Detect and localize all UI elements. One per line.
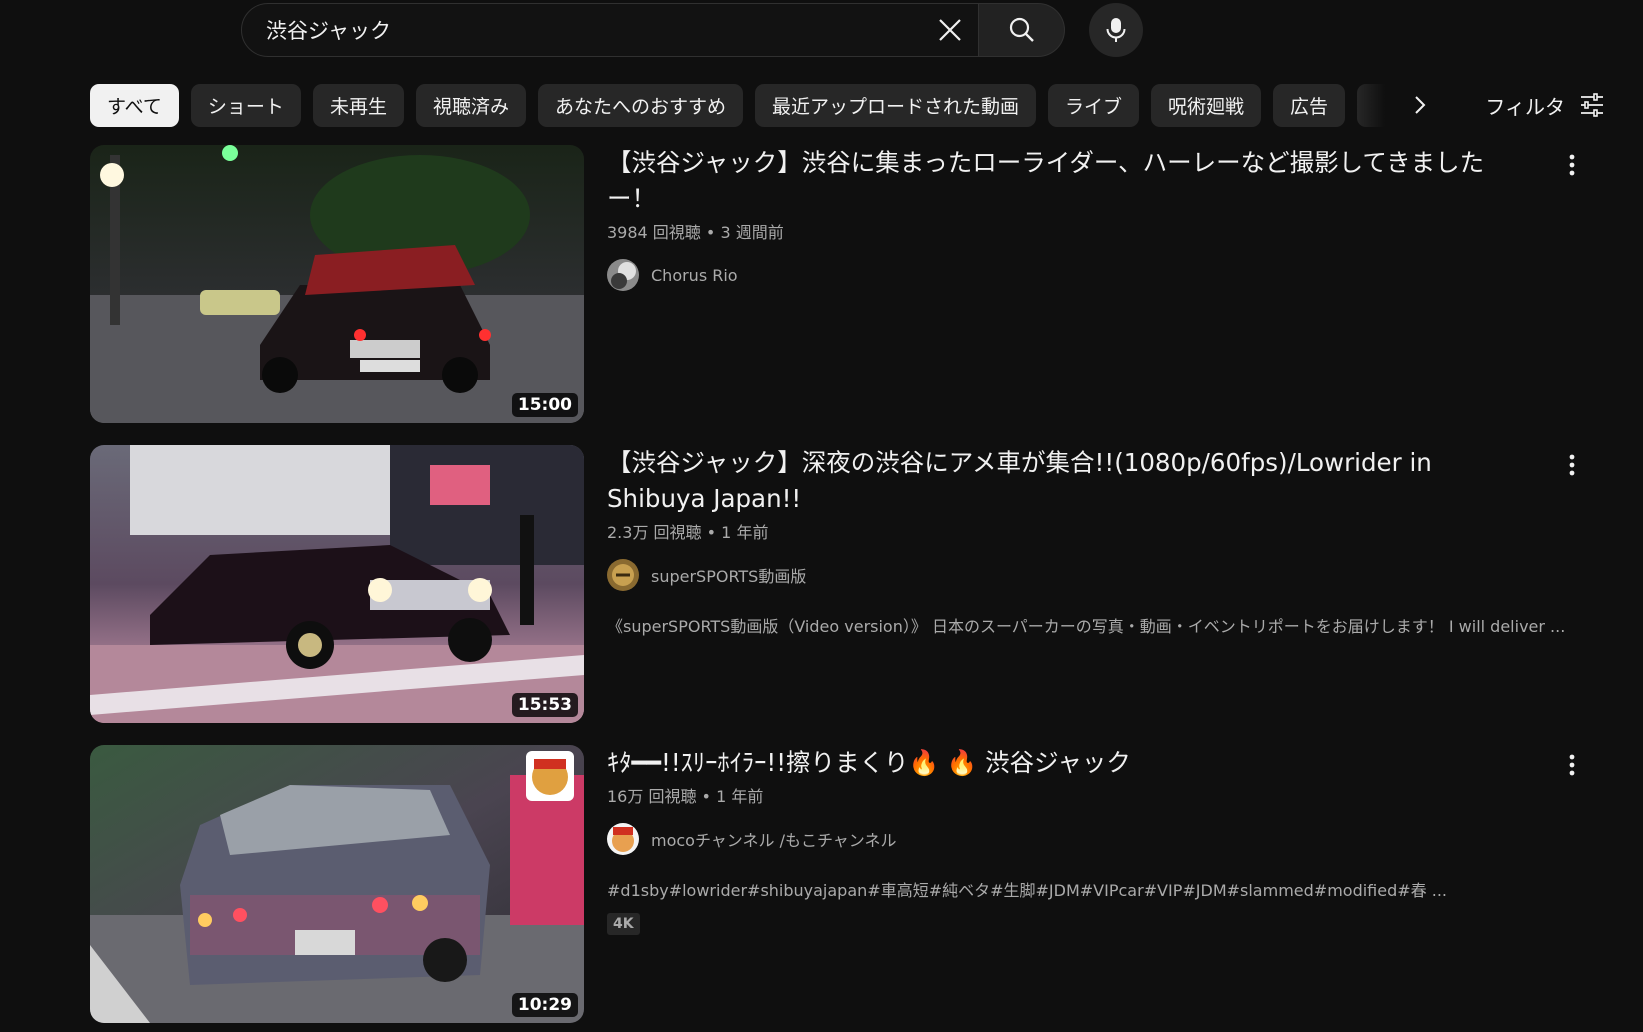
channel-name[interactable]: Chorus Rio [651,266,738,285]
thumbnail-image [90,145,584,423]
meta-separator: • [705,223,721,242]
chip-overflow [1357,83,1386,127]
video-duration: 15:53 [511,693,578,717]
upload-age: 1 年前 [721,523,769,542]
quality-badge: 4K [607,913,640,935]
video-title[interactable]: ｷﾀ━━!!ｽﾘｰﾎｲﾗｰ!!擦りまくり🔥 🔥 渋谷ジャック [607,745,1507,781]
upload-age: 1 年前 [716,787,764,806]
chip-watched[interactable]: 視聴済み [415,83,526,127]
video-metadata: 16万 回視聴 • 1 年前 [607,783,1507,807]
chip-live[interactable]: ライブ [1048,83,1140,127]
view-count: 16万 回視聴 [607,787,697,806]
video-description: 《superSPORTS動画版（Video version）》 日本のスーパーカ… [607,617,1566,636]
filter-button[interactable]: フィルタ [1485,83,1605,127]
thumbnail-image [90,445,584,723]
video-metadata: 3984 回視聴 • 3 週間前 [607,219,1507,243]
chip-ads[interactable]: 広告 [1273,83,1346,127]
video-duration: 10:29 [511,993,578,1017]
view-count: 3984 回視聴 [607,223,701,242]
chip-shorts[interactable]: ショート [190,83,301,127]
search-box[interactable] [241,3,979,57]
video-description: #d1sby#lowrider#shibuyajapan#車高短#純ベタ#生脚#… [607,881,1447,900]
chips-next-button[interactable] [1393,83,1447,127]
meta-separator: • [706,523,722,542]
chip-recently-uploaded[interactable]: 最近アップロードされた動画 [754,83,1036,127]
filter-label: フィルタ [1485,94,1565,119]
video-title[interactable]: 【渋谷ジャック】深夜の渋谷にアメ車が集合!!(1080p/60fps)/Lowr… [607,445,1507,517]
search-input[interactable] [264,4,922,56]
voice-search-button[interactable] [1089,3,1143,57]
video-info: ｷﾀ━━!!ｽﾘｰﾎｲﾗｰ!!擦りまくり🔥 🔥 渋谷ジャック 16万 回視聴 •… [607,745,1507,935]
meta-separator: • [701,787,717,806]
thumbnail-image [90,745,584,1023]
video-duration: 15:00 [511,393,578,417]
microphone-icon [1106,18,1126,42]
video-info: 【渋谷ジャック】深夜の渋谷にアメ車が集合!!(1080p/60fps)/Lowr… [607,445,1566,637]
view-count: 2.3万 回視聴 [607,523,702,542]
video-title[interactable]: 【渋谷ジャック】渋谷に集まったローライダー、ハーレーなど撮影してきました ー！ [607,145,1507,217]
video-result[interactable]: 10:29 ｷﾀ━━!!ｽﾘｰﾎｲﾗｰ!!擦りまくり🔥 🔥 渋谷ジャック 16万… [90,745,1600,1023]
video-thumbnail[interactable]: 15:53 [90,445,584,723]
more-actions-button[interactable] [1552,445,1592,485]
clear-search-button[interactable] [922,3,978,57]
channel-name[interactable]: superSPORTS動画版 [651,563,806,587]
video-thumbnail[interactable]: 15:00 [90,145,584,423]
chip-recommended[interactable]: あなたへのおすすめ [537,83,743,127]
search-bar [241,3,1143,57]
more-actions-button[interactable] [1552,745,1592,785]
upload-age: 3 週間前 [720,223,784,242]
chip-jujutsu-kaisen[interactable]: 呪術廻戦 [1151,83,1262,127]
video-result[interactable]: 15:00 【渋谷ジャック】渋谷に集まったローライダー、ハーレーなど撮影してきま… [90,145,1600,423]
chevron-right-icon [1415,96,1426,114]
more-vertical-icon [1569,454,1575,476]
channel-row[interactable]: superSPORTS動画版 [607,559,1507,591]
more-vertical-icon [1569,754,1575,776]
video-thumbnail[interactable]: 10:29 [90,745,584,1023]
channel-avatar[interactable] [607,823,639,855]
channel-avatar[interactable] [607,559,639,591]
more-actions-button[interactable] [1552,145,1592,185]
channel-name[interactable]: mocoチャンネル /もこチャンネル [651,827,896,851]
chip-unwatched[interactable]: 未再生 [312,83,404,127]
close-icon [939,19,961,41]
filter-chips-bar: すべて ショート 未再生 視聴済み あなたへのおすすめ 最近アップロードされた動… [90,83,1643,127]
channel-avatar[interactable] [607,259,639,291]
channel-row[interactable]: mocoチャンネル /もこチャンネル [607,823,1507,855]
sliders-icon [1581,93,1603,117]
search-button[interactable] [979,3,1065,57]
video-metadata: 2.3万 回視聴 • 1 年前 [607,519,1507,543]
chip-all[interactable]: すべて [90,83,179,127]
video-info: 【渋谷ジャック】渋谷に集まったローライダー、ハーレーなど撮影してきました ー！ … [607,145,1507,291]
video-result[interactable]: 15:53 【渋谷ジャック】深夜の渋谷にアメ車が集合!!(1080p/60fps… [90,445,1600,723]
more-vertical-icon [1569,154,1575,176]
channel-row[interactable]: Chorus Rio [607,259,1507,291]
search-icon [1009,17,1034,42]
